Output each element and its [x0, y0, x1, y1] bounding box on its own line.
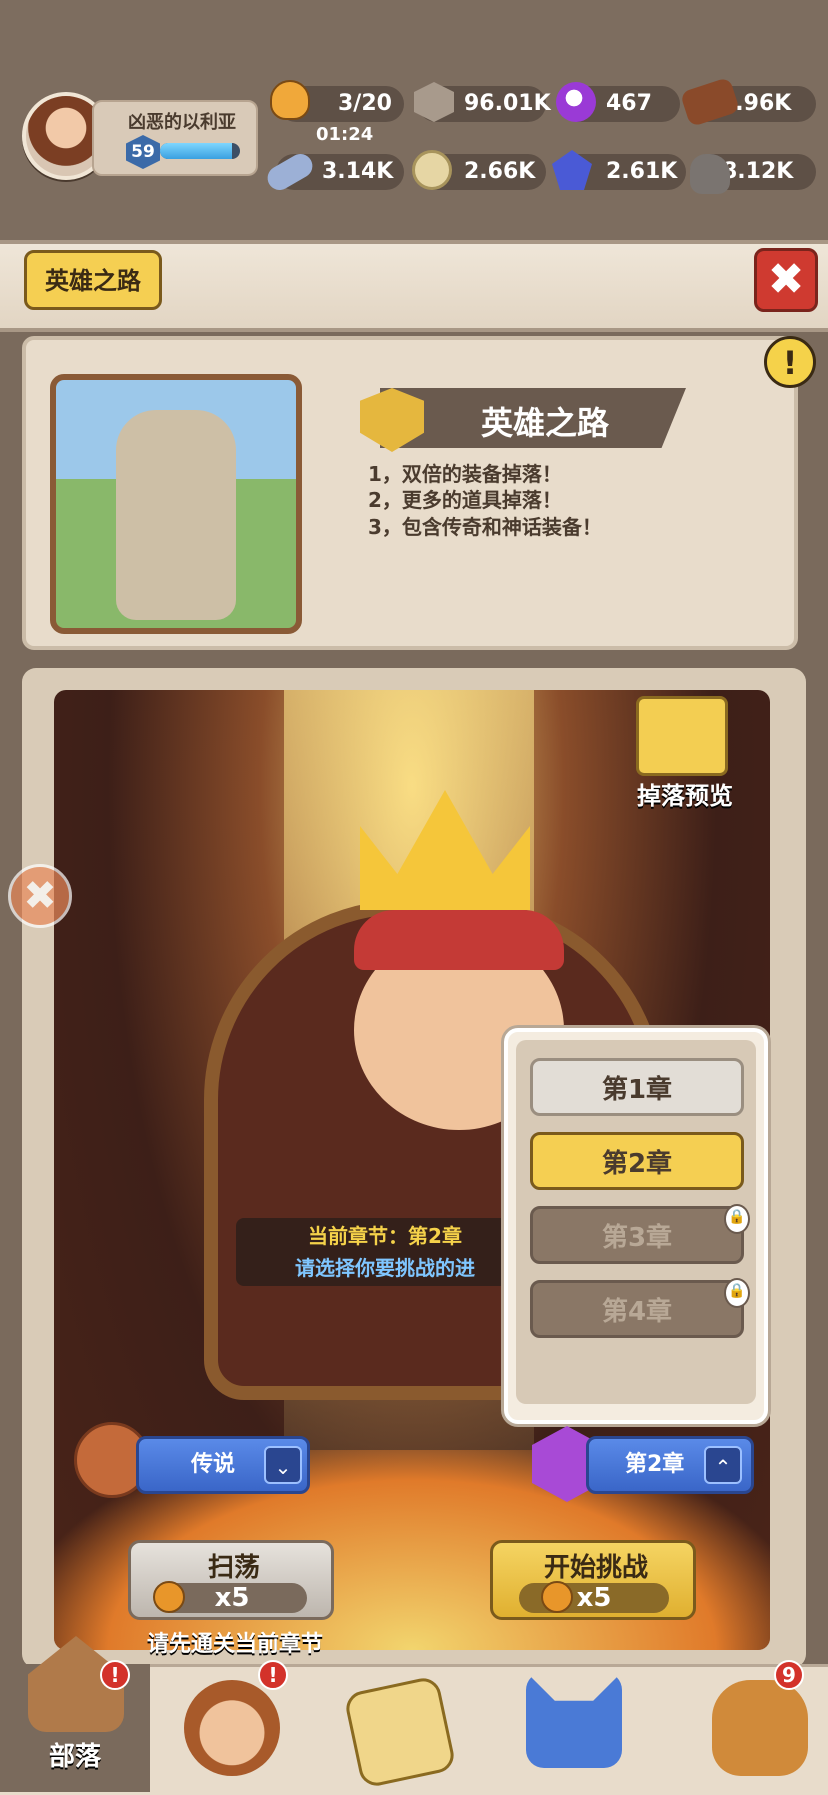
help-alert-icon[interactable]: !: [764, 336, 816, 388]
egg-icon: [412, 150, 452, 190]
chevron-down-icon[interactable]: ⌄: [264, 1446, 302, 1484]
xp-fill: [160, 143, 232, 159]
lock-icon: 🔒: [724, 1204, 750, 1234]
gem-value: 2.61K: [606, 159, 678, 184]
difficulty-label: 传说: [191, 1452, 236, 1477]
side-close-icon[interactable]: ✖: [8, 864, 72, 928]
nav-bag-icon[interactable]: [712, 1680, 808, 1776]
lock-icon: 🔒: [724, 1278, 750, 1308]
nav-hero-icon[interactable]: [184, 1680, 280, 1776]
player-name: 凶恶的以利亚: [128, 112, 236, 133]
chevron-up-icon[interactable]: ⌃: [704, 1446, 742, 1484]
chapter-select-label: 第2章: [625, 1452, 685, 1477]
tribe-alert-badge: !: [100, 1660, 130, 1690]
sweep-hint: 请先通关当前章节: [146, 1632, 323, 1657]
start-challenge-button[interactable]: 开始挑战 x5: [490, 1540, 696, 1620]
challenge-label: 开始挑战: [543, 1553, 648, 1583]
close-button[interactable]: ✖: [754, 248, 818, 312]
current-chapter-text: 当前章节：第2章: [308, 1224, 462, 1248]
statue-illustration: [116, 410, 236, 620]
sweep-button[interactable]: 扫荡 x5: [128, 1540, 334, 1620]
bag-count-badge: 9: [774, 1660, 804, 1690]
purple-orb-icon[interactable]: [556, 82, 596, 122]
meat-icon: [541, 1581, 573, 1613]
stone-nut-value: 96.01K: [464, 91, 551, 116]
sweep-label: 扫荡: [207, 1553, 260, 1583]
mode-picture: [50, 374, 302, 634]
chapter-option-1[interactable]: 第1章: [530, 1058, 744, 1116]
meat-icon: [153, 1581, 185, 1613]
page-title: 英雄之路: [24, 250, 162, 310]
meat-value: 3/20: [338, 91, 392, 116]
drop-preview-scroll-icon[interactable]: [636, 696, 728, 776]
hero-alert-badge: !: [258, 1660, 288, 1690]
meat-icon[interactable]: [270, 80, 310, 120]
info-line-1: 1，双倍的装备掉落！: [368, 462, 562, 486]
purple-orb-value: 467: [606, 91, 652, 116]
meat-timer: 01:24: [316, 124, 374, 145]
drop-preview-label[interactable]: 掉落预览: [620, 776, 750, 811]
hero-hat: [354, 910, 564, 970]
info-title: 英雄之路: [480, 404, 609, 442]
rock-icon: [690, 154, 730, 194]
nav-tribe-label[interactable]: 部落: [30, 1736, 120, 1773]
chapter-option-3[interactable]: 第3章: [530, 1206, 744, 1264]
choose-prompt-text: 请选择你要挑战的进: [295, 1256, 475, 1280]
chapter-option-2[interactable]: 第2章: [530, 1132, 744, 1190]
info-line-2: 2，更多的道具掉落！: [368, 488, 562, 512]
nav-map-icon[interactable]: [343, 1675, 457, 1789]
bone-value: 3.14K: [322, 159, 394, 184]
info-line-3: 3，包含传奇和神话装备！: [368, 515, 602, 539]
rock-value: 8.12K: [722, 159, 794, 184]
xp-bar: [160, 143, 240, 159]
chapter-option-4[interactable]: 第4章: [530, 1280, 744, 1338]
egg-value: 2.66K: [464, 159, 536, 184]
